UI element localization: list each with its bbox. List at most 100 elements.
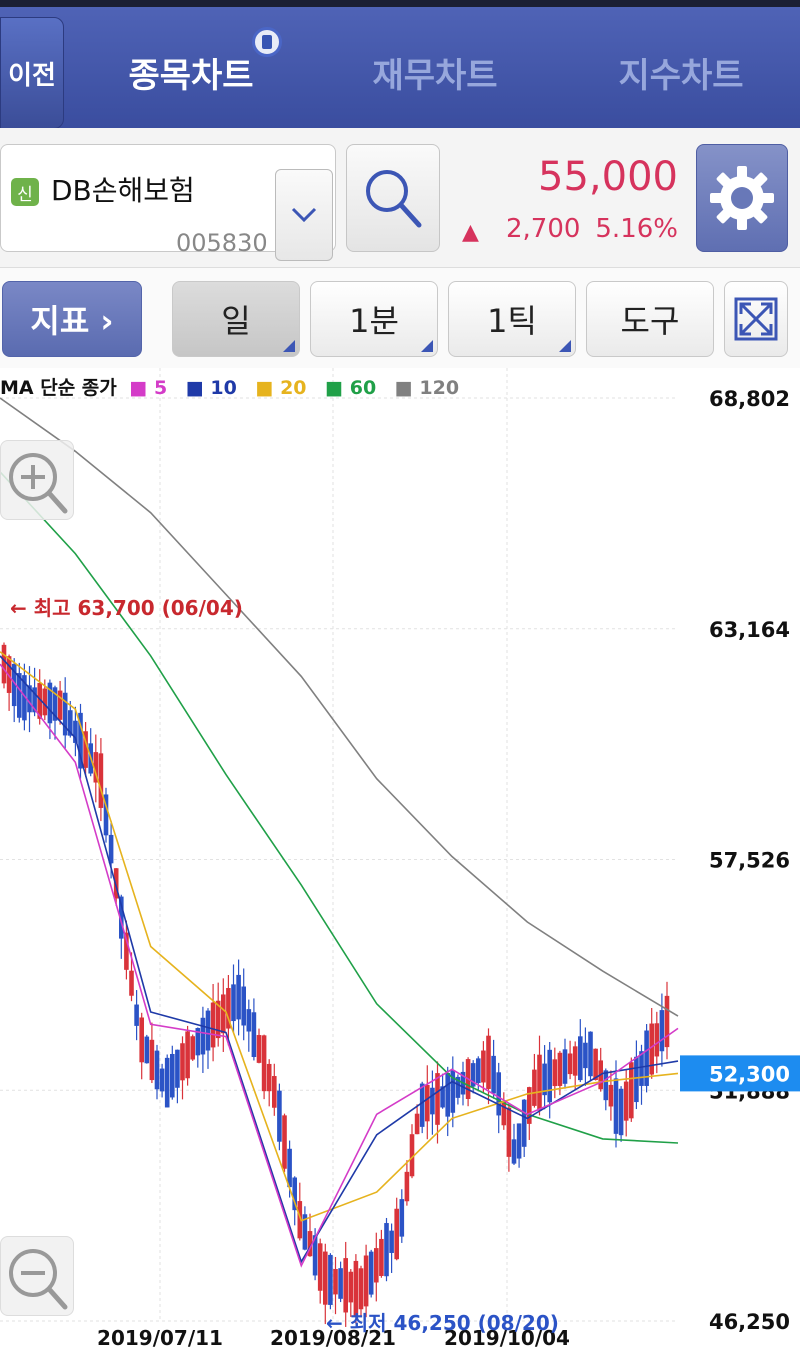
zoom-out-icon	[9, 1249, 68, 1310]
fullscreen-button[interactable]	[724, 281, 788, 357]
drawing-tool-button[interactable]: 도구	[586, 281, 714, 357]
candle-body	[287, 1148, 292, 1188]
candle-body	[567, 1053, 573, 1075]
candle-body	[134, 1004, 139, 1026]
candle-body	[588, 1031, 593, 1077]
candle-body	[394, 1208, 399, 1260]
candle-body	[348, 1271, 354, 1303]
candle-body	[353, 1260, 359, 1317]
back-button[interactable]: 이전	[0, 17, 64, 129]
candle-body	[379, 1238, 384, 1276]
search-button[interactable]	[346, 144, 440, 252]
tab-index-chart[interactable]: 지수차트	[596, 37, 766, 107]
candle-body	[1, 644, 7, 684]
stock-name: DB손해보험	[51, 174, 195, 207]
candle-body	[159, 1068, 165, 1092]
x-tick-label: 2019/07/11	[97, 1326, 223, 1349]
legend-item-ma120: ■ 120	[394, 377, 460, 399]
period-day-button[interactable]: 일	[172, 281, 300, 357]
period-minute-button[interactable]: 1분	[310, 281, 438, 357]
candle-body	[210, 1002, 216, 1048]
candle-body	[496, 1072, 501, 1116]
candle-body	[557, 1052, 563, 1086]
price-chart[interactable]: 68,80263,16457,52651,88846,2502019/07/11…	[0, 368, 800, 1349]
candle-body	[323, 1251, 328, 1305]
candle-body	[404, 1171, 410, 1202]
candle-body	[547, 1049, 552, 1103]
candle-body	[149, 1039, 155, 1081]
period-day-label: 일	[221, 302, 251, 340]
candle-body	[593, 1048, 598, 1081]
candle-body	[476, 1058, 481, 1083]
tab-financial-chart[interactable]: 재무차트	[350, 37, 520, 107]
indicator-button[interactable]: 지표 ›	[2, 281, 142, 357]
candle-body	[154, 1050, 160, 1090]
corner-triangle-icon	[559, 340, 571, 352]
candle-body	[338, 1268, 343, 1299]
current-price: 55,000	[538, 154, 678, 200]
candle-body	[180, 1043, 185, 1081]
candle-body	[175, 1049, 180, 1088]
candle-body	[374, 1248, 379, 1283]
zoom-in-icon	[9, 453, 68, 514]
candle-body	[384, 1223, 389, 1277]
candle-body	[57, 690, 63, 720]
y-tick-label: 46,250	[709, 1310, 790, 1334]
candle-body	[185, 1031, 190, 1079]
candle-body	[170, 1053, 175, 1098]
current-price-label: 52,300	[709, 1062, 790, 1086]
candle-body	[486, 1035, 491, 1089]
candle-body	[430, 1087, 435, 1115]
candle-body	[277, 1090, 282, 1142]
candle-body	[317, 1243, 323, 1291]
candle-body	[98, 753, 104, 808]
candle-body	[639, 1051, 644, 1086]
candle-body	[511, 1139, 517, 1164]
candle-body	[419, 1083, 425, 1127]
candle-body	[537, 1054, 542, 1111]
candle-body	[190, 1036, 195, 1060]
price-change: 2,700	[506, 214, 581, 244]
candle-body	[583, 1042, 588, 1069]
candle-body	[399, 1199, 405, 1237]
candle-body	[629, 1062, 634, 1119]
settings-button[interactable]	[696, 144, 788, 252]
candle-body	[272, 1076, 277, 1108]
price-change-percent: 5.16%	[595, 214, 678, 244]
candle-body	[654, 1023, 660, 1057]
candle-body	[343, 1258, 348, 1313]
period-tick-button[interactable]: 1틱	[448, 281, 576, 357]
candle-body	[552, 1059, 558, 1087]
legend-item-ma5: ■ 5	[129, 377, 168, 399]
top-navigation-bar: 이전 종목차트 재무차트 지수차트	[0, 0, 800, 129]
candle-body	[221, 994, 226, 1034]
high-price-label: ← 최고 63,700 (06/04)	[10, 596, 243, 620]
candle-body	[634, 1056, 639, 1103]
candle-body	[516, 1123, 522, 1159]
candle-body	[241, 986, 246, 1026]
period-tick-label: 1틱	[487, 302, 537, 340]
candle-body	[389, 1230, 394, 1253]
legend-item-ma60: ■ 60	[325, 377, 377, 399]
y-tick-label: 63,164	[709, 618, 790, 642]
y-tick-label: 68,802	[709, 387, 790, 411]
ma-legend: MA 단순 종가 ■ 5 ■ 10 ■ 20 ■ 60 ■ 120	[0, 373, 471, 400]
candlestick-series	[1, 642, 670, 1327]
zoom-out-button[interactable]	[0, 1236, 74, 1316]
candle-body	[139, 1017, 144, 1063]
candle-body	[445, 1072, 450, 1117]
zoom-in-button[interactable]	[0, 440, 74, 520]
candle-body	[282, 1115, 287, 1169]
candle-body	[256, 1035, 262, 1063]
candle-body	[481, 1050, 486, 1083]
candle-body	[144, 1036, 150, 1064]
candle-body	[368, 1251, 374, 1295]
stock-code: 005830	[176, 229, 268, 257]
candle-body	[358, 1268, 364, 1310]
stock-selector[interactable]: 신 DB손해보험 005830	[0, 144, 336, 261]
stock-dropdown-button[interactable]	[275, 169, 333, 261]
expand-icon	[734, 297, 778, 341]
credit-badge: 신	[11, 178, 39, 206]
chart-toolbar: 지표 › 일 1분 1틱 도구	[0, 268, 800, 368]
ma120-line	[0, 397, 679, 1017]
